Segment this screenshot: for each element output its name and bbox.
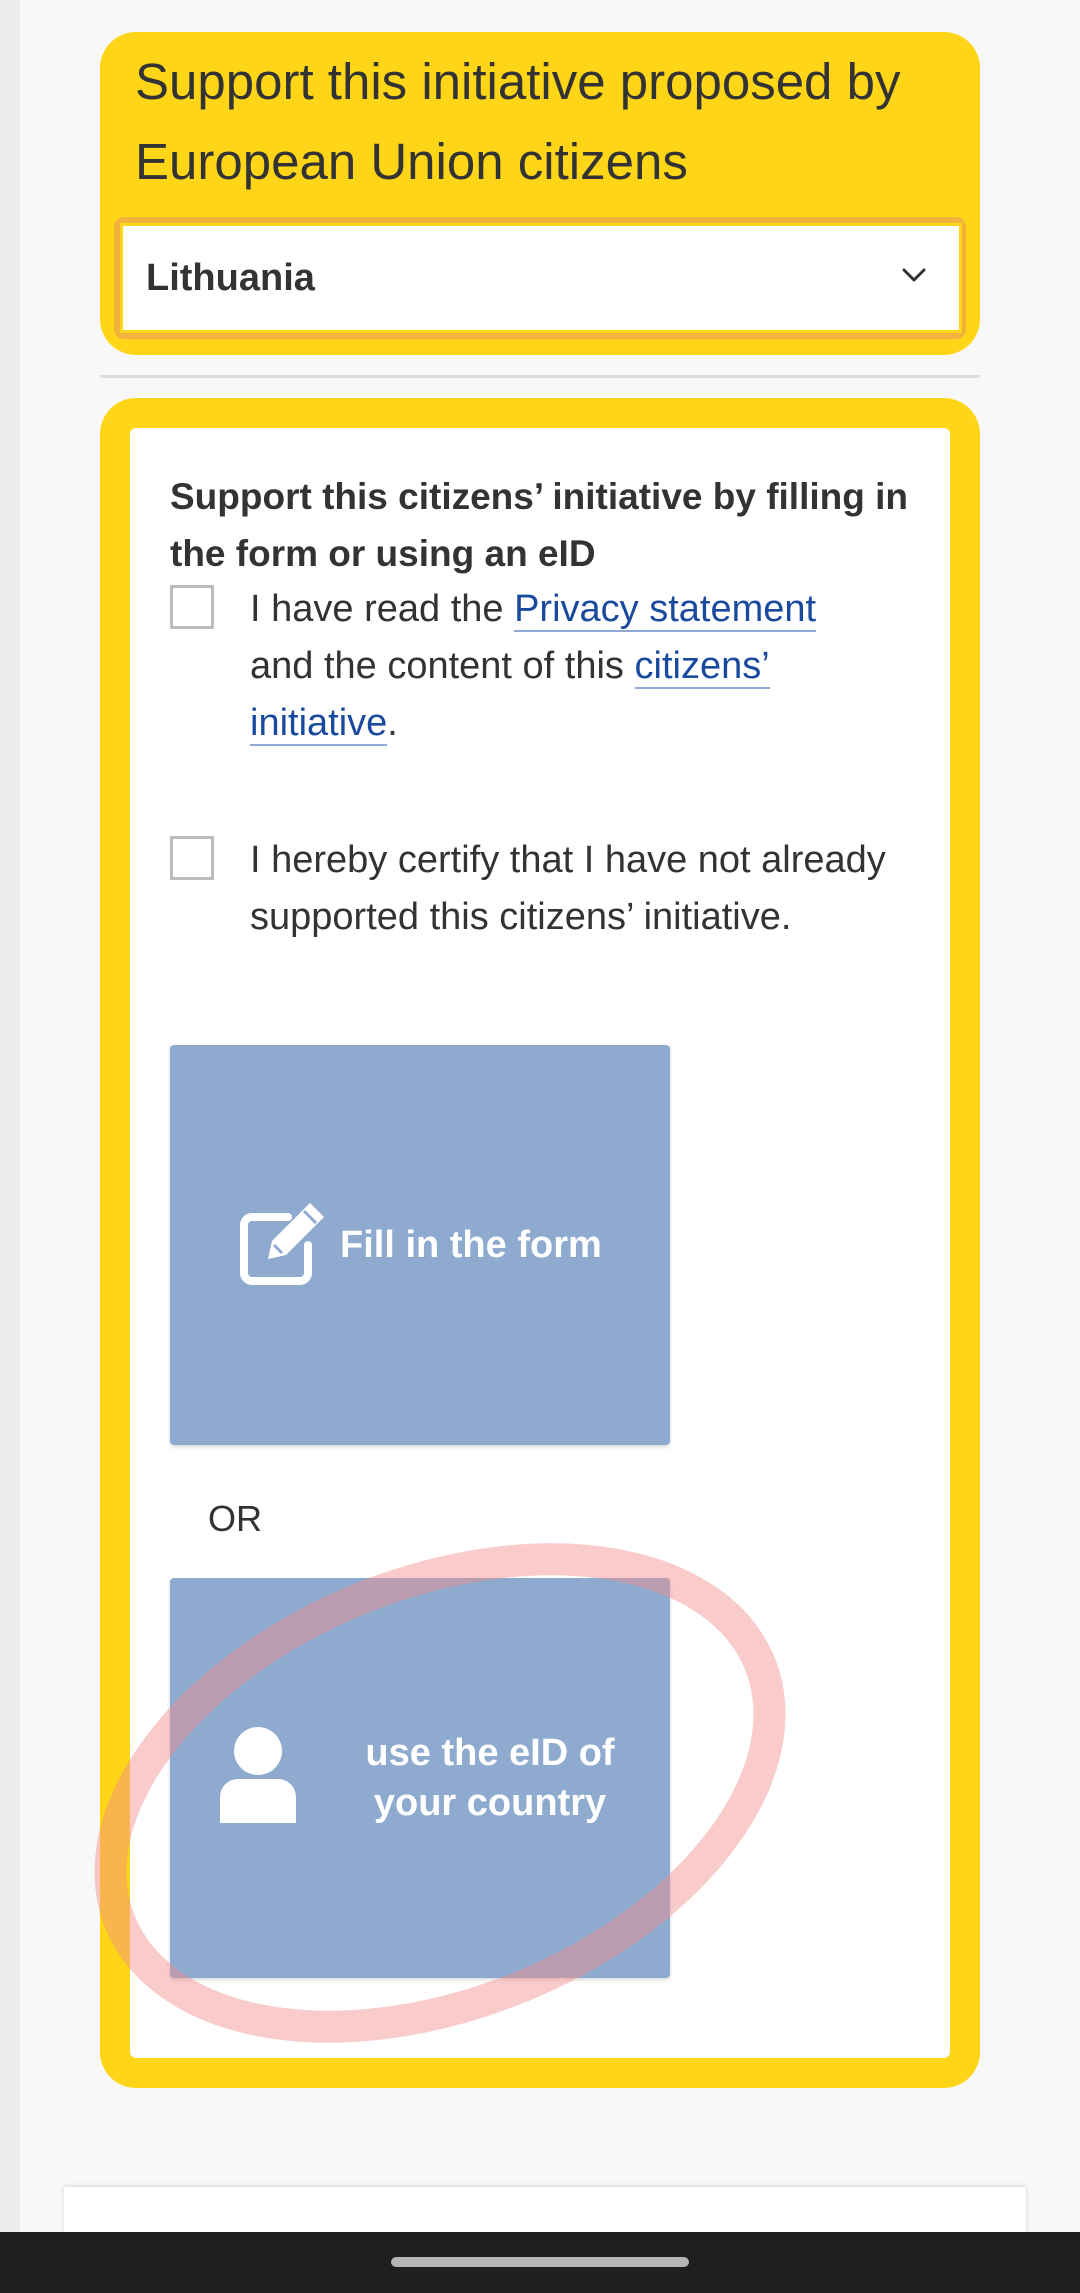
support-initiative-card: Support this initiative proposed by Euro…	[100, 32, 980, 355]
use-eid-button[interactable]: use the eID of your country	[170, 1578, 670, 1978]
chevron-down-icon[interactable]	[899, 260, 929, 290]
privacy-consent-checkbox[interactable]	[170, 585, 214, 629]
use-eid-label: use the eID of your country	[340, 1728, 640, 1828]
section-divider	[100, 375, 980, 378]
user-icon	[220, 1727, 296, 1823]
certify-consent-row: I hereby certify that I have not already…	[170, 832, 930, 1012]
privacy-consent-row: I have read the Privacy statement and th…	[170, 581, 930, 761]
certify-consent-label: I hereby certify that I have not already…	[250, 839, 886, 938]
page-title: Support this initiative proposed by Euro…	[135, 53, 901, 190]
fill-form-label: Fill in the form	[340, 1224, 602, 1266]
privacy-text-middle: and the content of this	[250, 645, 635, 687]
signature-form-card: Support this citizens’ initiative by fil…	[100, 398, 980, 2088]
or-separator: OR	[208, 1498, 262, 1539]
certify-consent-checkbox[interactable]	[170, 836, 214, 880]
use-eid-label-line2: your country	[373, 1782, 607, 1824]
home-gesture-handle[interactable]	[391, 2257, 689, 2267]
form-heading: Support this citizens’ initiative by fil…	[170, 476, 909, 574]
left-edge-shade	[0, 0, 20, 2232]
privacy-text-after: .	[387, 702, 398, 744]
privacy-consent-label: I have read the Privacy statement and th…	[250, 581, 890, 752]
edit-pencil-icon	[240, 1203, 324, 1285]
signature-form: Support this citizens’ initiative by fil…	[130, 428, 950, 2058]
fill-form-button[interactable]: Fill in the form	[170, 1045, 670, 1445]
system-navigation-bar	[0, 2232, 1080, 2293]
use-eid-label-line1: use the eID of	[365, 1732, 615, 1774]
country-select[interactable]: Lithuania	[114, 217, 966, 339]
privacy-text-before: I have read the	[250, 588, 515, 630]
country-select-field[interactable]: Lithuania	[120, 223, 962, 333]
privacy-statement-link[interactable]: Privacy statement	[514, 588, 817, 632]
country-select-value: Lithuania	[146, 256, 315, 299]
